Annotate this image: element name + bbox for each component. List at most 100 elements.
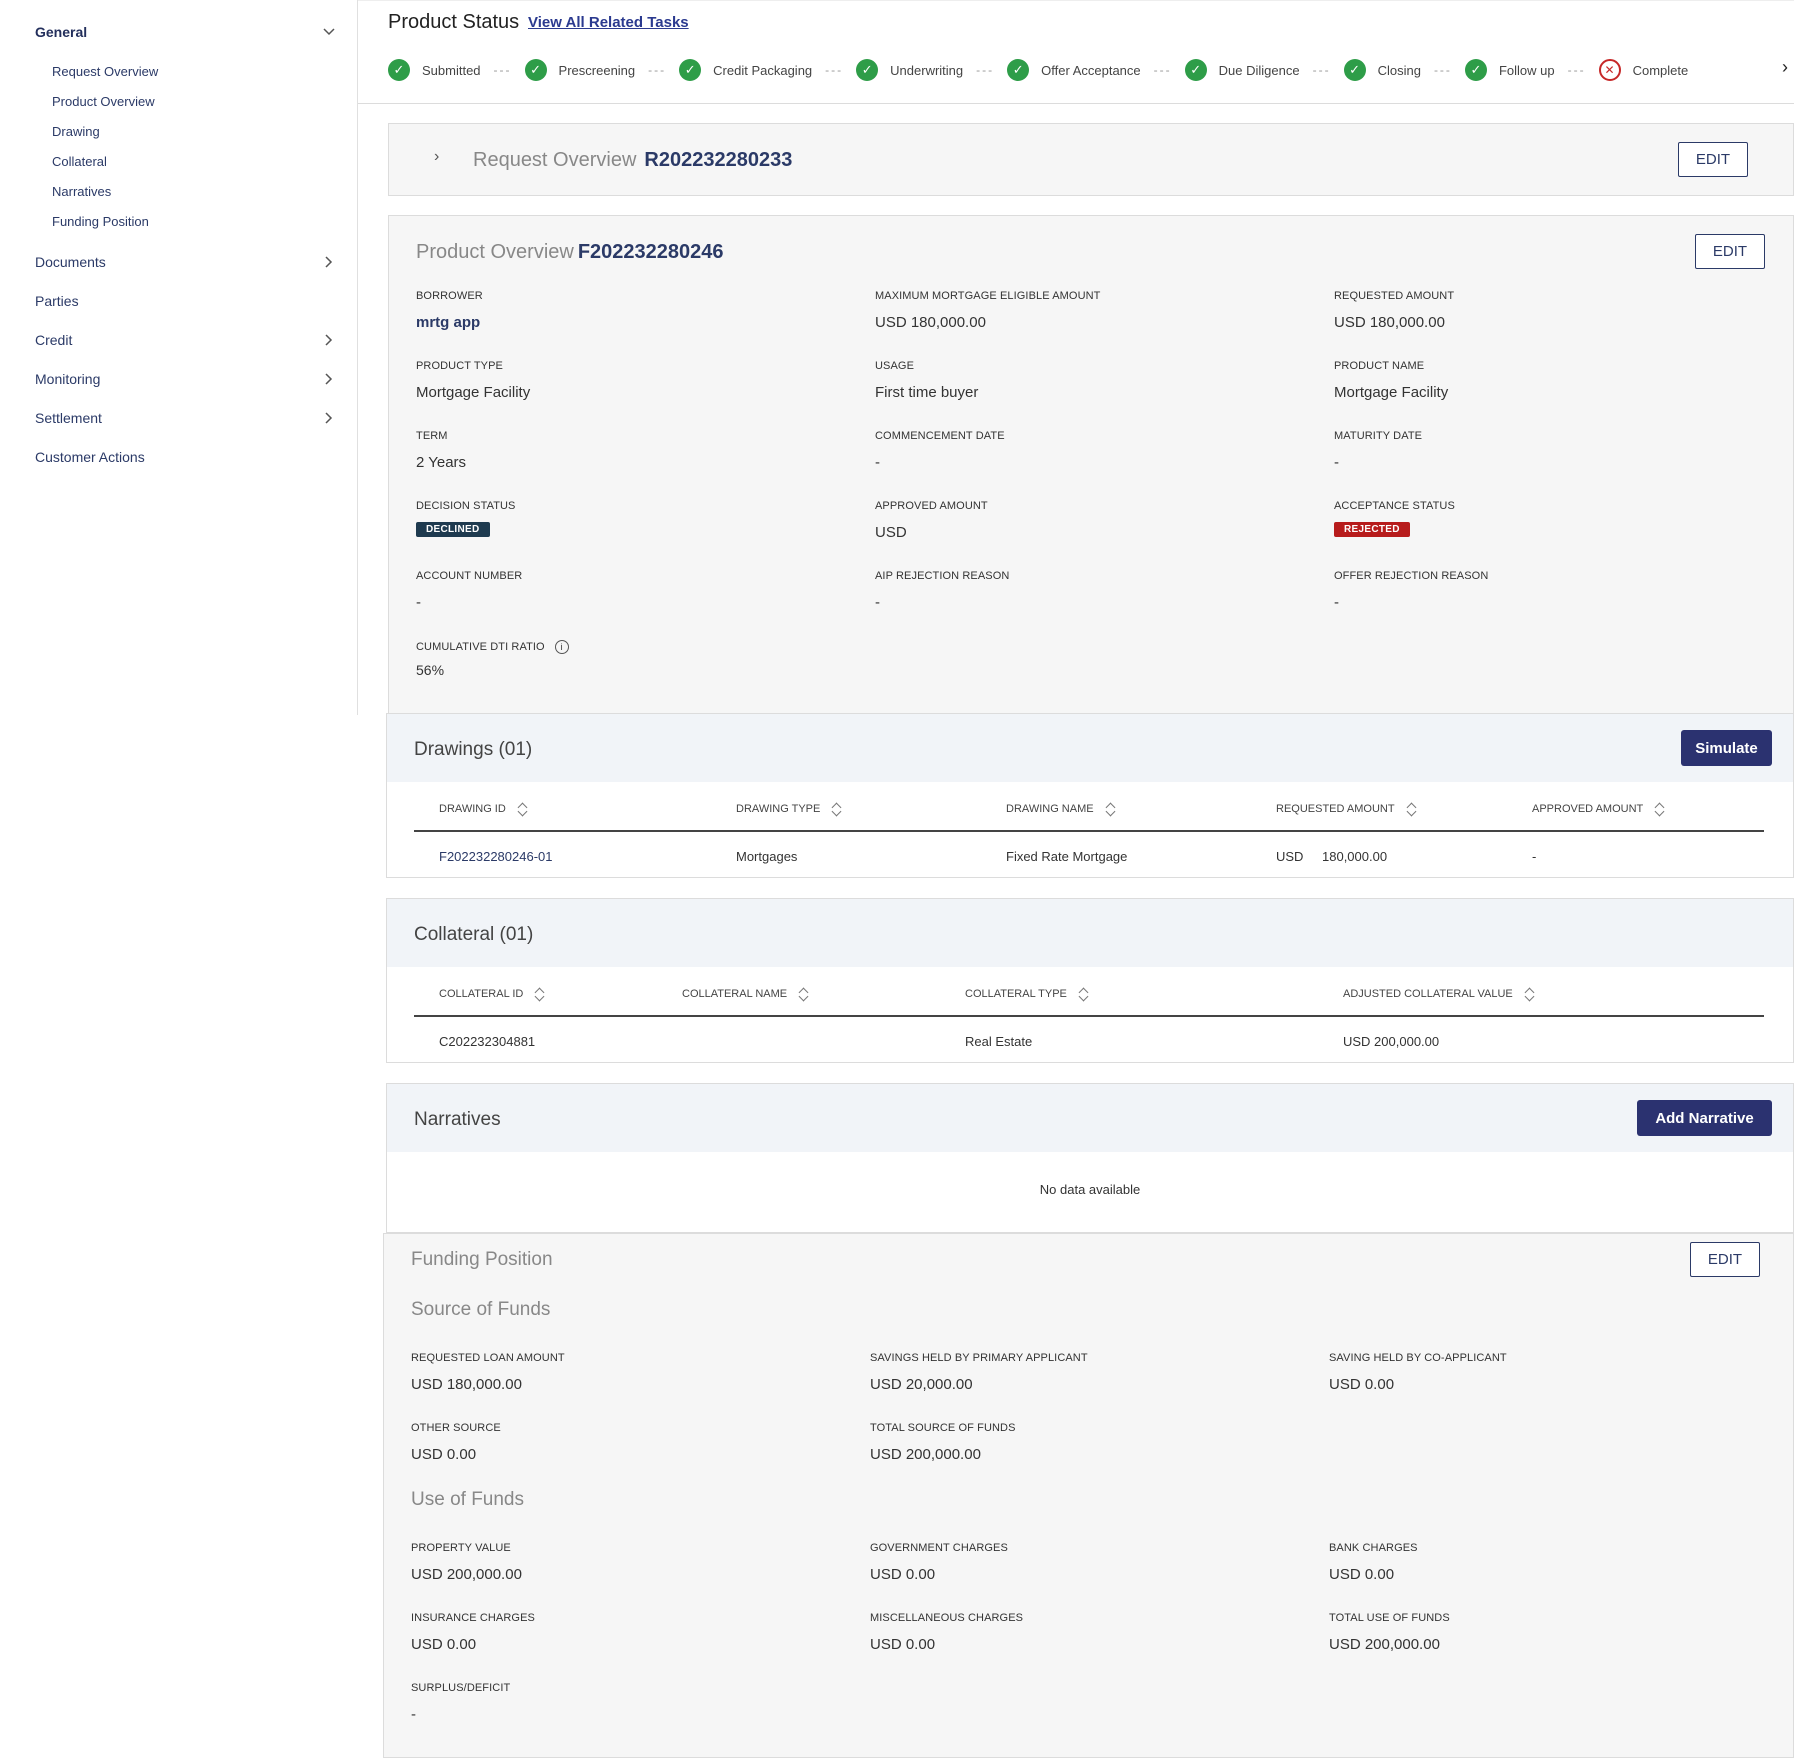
borrower-link[interactable]: mrtg app bbox=[416, 314, 480, 331]
drawing-id-link[interactable]: F202232280246-01 bbox=[439, 849, 553, 864]
view-all-related-tasks-link[interactable]: View All Related Tasks bbox=[528, 14, 689, 31]
column-label: DRAWING ID bbox=[439, 803, 506, 815]
sidebar-group-label: Customer Actions bbox=[35, 449, 145, 465]
check-icon: ✓ bbox=[1343, 59, 1366, 81]
sidebar-group-customer-actions[interactable]: Customer Actions bbox=[35, 442, 337, 472]
account-number-label: ACCOUNT NUMBER bbox=[416, 570, 523, 582]
approved-amount-label: APPROVED AMOUNT bbox=[875, 500, 988, 512]
step-complete: ✕ Complete bbox=[1598, 59, 1689, 81]
step-prescreening: ✓ Prescreening bbox=[524, 59, 636, 81]
step-label: Follow up bbox=[1498, 62, 1555, 78]
step-connector: --- bbox=[976, 63, 995, 77]
column-label: ADJUSTED COLLATERAL VALUE bbox=[1343, 988, 1513, 1000]
col-drawing-type[interactable]: DRAWING TYPE bbox=[736, 802, 842, 816]
col-adjusted-collateral-value[interactable]: ADJUSTED COLLATERAL VALUE bbox=[1343, 987, 1535, 1001]
x-circle-icon: ✕ bbox=[1598, 59, 1621, 81]
sidebar-group-monitoring[interactable]: Monitoring bbox=[35, 364, 337, 394]
requested-loan-value: USD 180,000.00 bbox=[411, 1376, 522, 1393]
check-icon: ✓ bbox=[1007, 59, 1030, 81]
product-type-value: Mortgage Facility bbox=[416, 384, 531, 401]
sidebar-item-request-overview[interactable]: Request Overview bbox=[52, 64, 158, 79]
step-label: Underwriting bbox=[890, 62, 964, 78]
borrower-label: BORROWER bbox=[416, 290, 483, 302]
drawings-header bbox=[387, 714, 1793, 782]
add-narrative-button[interactable]: Add Narrative bbox=[1637, 1100, 1772, 1136]
sort-icon[interactable] bbox=[1525, 987, 1535, 1001]
decision-status-label: DECISION STATUS bbox=[416, 500, 516, 512]
product-overview-edit-button[interactable]: EDIT bbox=[1695, 234, 1765, 269]
step-connector: --- bbox=[825, 63, 844, 77]
bank-charges-label: BANK CHARGES bbox=[1329, 1542, 1418, 1554]
requested-amount-value: USD 180,000.00 bbox=[1334, 314, 1445, 331]
use-of-funds-title: Use of Funds bbox=[411, 1489, 524, 1510]
expand-chevron-icon[interactable]: › bbox=[434, 148, 439, 166]
sort-icon[interactable] bbox=[1407, 802, 1417, 816]
sidebar-group-documents[interactable]: Documents bbox=[35, 247, 337, 277]
sort-icon[interactable] bbox=[1079, 987, 1089, 1001]
product-status-title: Product Status bbox=[388, 11, 520, 33]
request-overview-edit-button[interactable]: EDIT bbox=[1678, 142, 1748, 177]
surplus-deficit-value: - bbox=[411, 1706, 416, 1723]
sidebar-item-funding-position[interactable]: Funding Position bbox=[52, 214, 149, 229]
step-connector: --- bbox=[648, 63, 667, 77]
step-follow-up: ✓ Follow up bbox=[1464, 59, 1555, 81]
sort-icon[interactable] bbox=[1655, 802, 1665, 816]
sidebar-group-label: Settlement bbox=[35, 410, 102, 426]
insurance-charges-label: INSURANCE CHARGES bbox=[411, 1612, 535, 1624]
sort-icon[interactable] bbox=[518, 802, 528, 816]
savings-primary-value: USD 20,000.00 bbox=[870, 1376, 973, 1393]
column-label: DRAWING TYPE bbox=[736, 803, 821, 815]
saving-co-applicant-label: SAVING HELD BY CO-APPLICANT bbox=[1329, 1352, 1507, 1364]
step-label: Complete bbox=[1632, 62, 1689, 78]
aip-rejection-label: AIP REJECTION REASON bbox=[875, 570, 1010, 582]
funding-position-edit-button[interactable]: EDIT bbox=[1690, 1242, 1760, 1277]
info-icon[interactable]: i bbox=[554, 640, 569, 654]
offer-rejection-value: - bbox=[1334, 594, 1339, 611]
sort-icon[interactable] bbox=[1106, 802, 1116, 816]
sidebar-group-parties[interactable]: Parties bbox=[35, 286, 337, 316]
usage-label: USAGE bbox=[875, 360, 915, 372]
product-overview-id: F202232280246 bbox=[577, 241, 724, 263]
col-collateral-type[interactable]: COLLATERAL TYPE bbox=[965, 987, 1089, 1001]
step-label: Credit Packaging bbox=[713, 62, 813, 78]
sort-icon[interactable] bbox=[799, 987, 809, 1001]
surplus-deficit-label: SURPLUS/DEFICIT bbox=[411, 1682, 511, 1694]
drawing-name-cell: Fixed Rate Mortgage bbox=[1006, 849, 1128, 864]
collateral-card: Collateral (01) COLLATERAL ID COLLATERAL… bbox=[386, 898, 1794, 1063]
property-value-label: PROPERTY VALUE bbox=[411, 1542, 511, 1554]
step-label: Prescreening bbox=[558, 62, 636, 78]
sort-icon[interactable] bbox=[832, 802, 842, 816]
step-underwriting: ✓ Underwriting bbox=[856, 59, 963, 81]
simulate-button[interactable]: Simulate bbox=[1681, 730, 1772, 766]
approved-amount-value: USD bbox=[875, 524, 907, 541]
col-drawing-id[interactable]: DRAWING ID bbox=[439, 802, 528, 816]
col-collateral-id[interactable]: COLLATERAL ID bbox=[439, 987, 545, 1001]
aip-rejection-value: - bbox=[875, 594, 880, 611]
total-source-value: USD 200,000.00 bbox=[870, 1446, 981, 1463]
request-overview-title: Request Overview bbox=[473, 149, 637, 171]
sidebar-group-credit[interactable]: Credit bbox=[35, 325, 337, 355]
sidebar-group-settlement[interactable]: Settlement bbox=[35, 403, 337, 433]
check-icon: ✓ bbox=[1464, 59, 1487, 81]
chevron-right-icon bbox=[321, 254, 337, 270]
narratives-header bbox=[387, 1084, 1793, 1152]
sidebar-item-narratives[interactable]: Narratives bbox=[52, 184, 111, 199]
sidebar-group-general[interactable]: General bbox=[35, 17, 337, 47]
check-icon: ✓ bbox=[679, 59, 702, 81]
miscellaneous-charges-label: MISCELLANEOUS CHARGES bbox=[870, 1612, 1024, 1624]
col-drawing-name[interactable]: DRAWING NAME bbox=[1006, 802, 1116, 816]
step-due-diligence: ✓ Due Diligence bbox=[1184, 59, 1300, 81]
step-connector: --- bbox=[1433, 63, 1452, 77]
drawing-currency-cell: USD bbox=[1276, 849, 1304, 864]
sort-icon[interactable] bbox=[535, 987, 545, 1001]
total-use-value: USD 200,000.00 bbox=[1329, 1636, 1440, 1653]
sidebar-item-drawing[interactable]: Drawing bbox=[52, 124, 100, 139]
col-requested-amount[interactable]: REQUESTED AMOUNT bbox=[1276, 802, 1417, 816]
collateral-value-cell: USD 200,000.00 bbox=[1343, 1034, 1440, 1049]
chevron-right-icon[interactable]: › bbox=[1782, 57, 1788, 78]
col-approved-amount[interactable]: APPROVED AMOUNT bbox=[1532, 802, 1665, 816]
sidebar-item-collateral[interactable]: Collateral bbox=[52, 154, 107, 169]
sidebar-item-product-overview[interactable]: Product Overview bbox=[52, 94, 155, 109]
col-collateral-name[interactable]: COLLATERAL NAME bbox=[682, 987, 809, 1001]
drawing-type-cell: Mortgages bbox=[736, 849, 798, 864]
